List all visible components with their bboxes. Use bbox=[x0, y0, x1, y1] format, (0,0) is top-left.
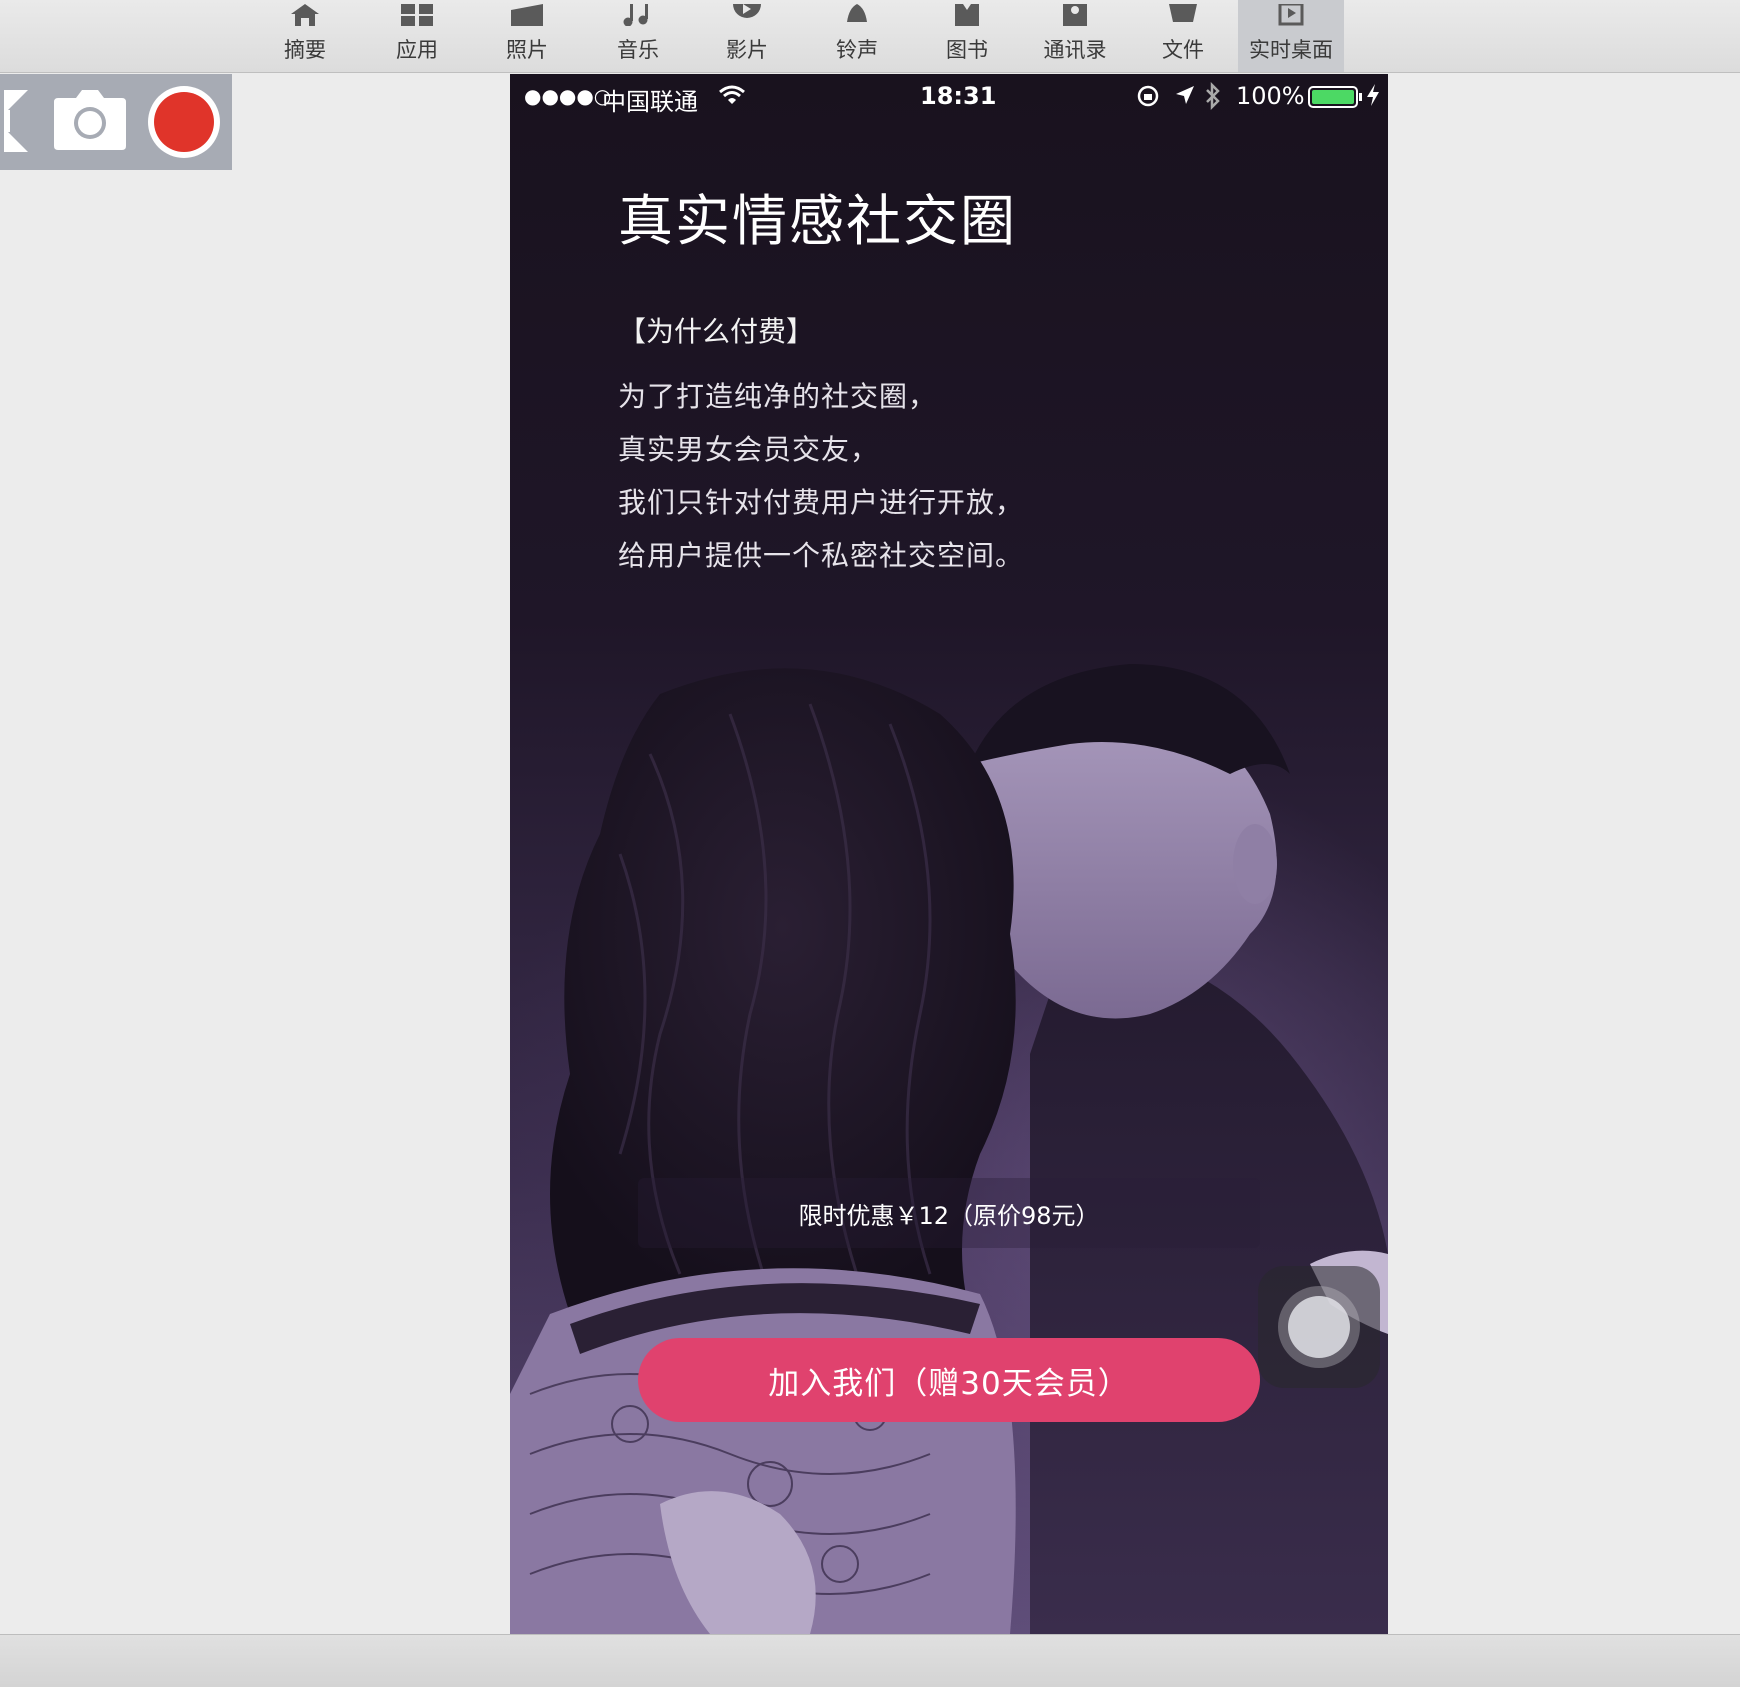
apps-icon bbox=[397, 4, 437, 26]
battery-percentage: 100% bbox=[1236, 82, 1305, 110]
description-line: 给用户提供一个私密社交空间。 bbox=[618, 539, 1025, 572]
tab-label: 音乐 bbox=[617, 38, 659, 62]
top-toolbar: 摘要 应用 照片 音乐 影片 铃声 图书 通讯录 文件 实时桌面 bbox=[0, 0, 1740, 73]
section-heading: 【为什么付费】 bbox=[618, 315, 815, 348]
signal-strength: ●●●●○ bbox=[524, 84, 612, 108]
tab-files[interactable]: 文件 bbox=[1133, 0, 1233, 72]
description-line: 真实男女会员交友， bbox=[618, 433, 880, 466]
promo-banner: 限时优惠￥12（原价98元） bbox=[638, 1178, 1260, 1248]
home-icon bbox=[285, 4, 325, 26]
rotation-lock-icon bbox=[1136, 84, 1160, 114]
join-button[interactable]: 加入我们（赠30天会员） bbox=[638, 1338, 1260, 1422]
tab-label: 应用 bbox=[396, 38, 438, 62]
bell-icon bbox=[837, 4, 877, 26]
video-icon bbox=[727, 4, 767, 26]
description-line: 我们只针对付费用户进行开放， bbox=[618, 486, 1025, 519]
wifi-icon bbox=[718, 84, 746, 112]
phone-screen: ●●●●○ 中国联通 18:31 100% 真实情感社交圈 【为什么付费】 为了… bbox=[510, 74, 1388, 1634]
page-title: 真实情感社交圈 bbox=[618, 189, 1018, 253]
status-bar: ●●●●○ 中国联通 18:31 100% bbox=[510, 74, 1388, 120]
tab-live-desktop[interactable]: 实时桌面 bbox=[1238, 0, 1344, 72]
live-desktop-icon bbox=[1271, 4, 1311, 26]
camera-icon[interactable] bbox=[54, 90, 126, 154]
capture-controls bbox=[0, 74, 232, 170]
tab-books[interactable]: 图书 bbox=[917, 0, 1017, 72]
carrier-name: 中国联通 bbox=[602, 88, 698, 116]
assistive-touch-button[interactable] bbox=[1258, 1266, 1380, 1388]
fullscreen-icon[interactable] bbox=[2, 88, 34, 158]
folder-icon bbox=[1163, 4, 1203, 26]
tab-movies[interactable]: 影片 bbox=[697, 0, 797, 72]
tab-label: 通讯录 bbox=[1043, 38, 1107, 62]
bottom-bar bbox=[0, 1634, 1740, 1687]
charging-icon bbox=[1366, 84, 1380, 112]
tab-label: 铃声 bbox=[836, 38, 878, 62]
tab-label: 影片 bbox=[726, 38, 768, 62]
book-icon bbox=[947, 4, 987, 26]
tab-apps[interactable]: 应用 bbox=[367, 0, 467, 72]
clock: 18:31 bbox=[920, 82, 997, 110]
bluetooth-icon bbox=[1204, 81, 1222, 116]
tab-label: 图书 bbox=[946, 38, 988, 62]
tab-label: 照片 bbox=[506, 38, 548, 62]
description: 为了打造纯净的社交圈， 真实男女会员交友， 我们只针对付费用户进行开放， 给用户… bbox=[618, 370, 1024, 582]
couple-photo bbox=[510, 664, 1388, 1634]
music-icon bbox=[618, 4, 658, 26]
tab-label: 实时桌面 bbox=[1249, 38, 1333, 62]
tab-contacts[interactable]: 通讯录 bbox=[1025, 0, 1125, 72]
tab-music[interactable]: 音乐 bbox=[588, 0, 688, 72]
tab-label: 文件 bbox=[1162, 38, 1204, 62]
description-line: 为了打造纯净的社交圈， bbox=[618, 380, 938, 413]
tab-photos[interactable]: 照片 bbox=[477, 0, 577, 72]
record-icon bbox=[148, 86, 220, 158]
tab-summary[interactable]: 摘要 bbox=[255, 0, 355, 72]
tab-ringtones[interactable]: 铃声 bbox=[807, 0, 907, 72]
photo-icon bbox=[507, 4, 547, 26]
battery-icon bbox=[1308, 86, 1364, 114]
tab-label: 摘要 bbox=[284, 38, 326, 62]
record-button[interactable] bbox=[146, 84, 222, 164]
contacts-icon bbox=[1055, 4, 1095, 26]
location-icon bbox=[1174, 84, 1196, 112]
